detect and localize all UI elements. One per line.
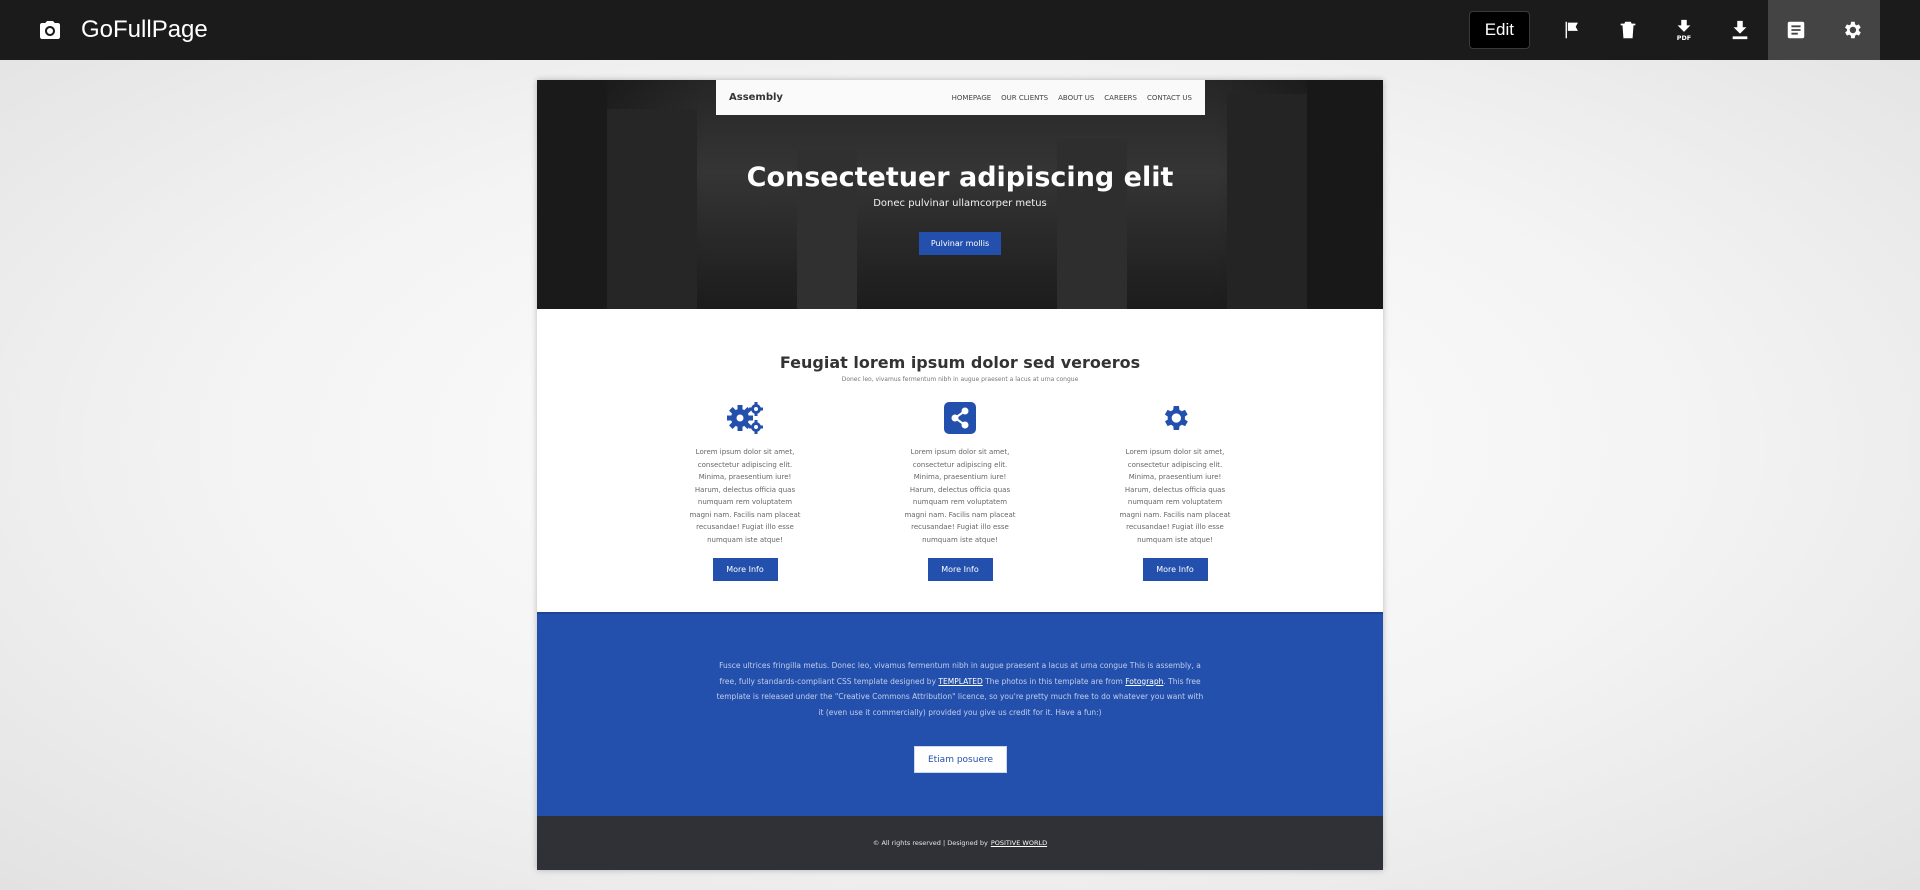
hero-building [537, 80, 607, 309]
download-pdf-button[interactable]: PDF [1656, 0, 1712, 60]
more-info-button[interactable]: More Info [1142, 558, 1208, 581]
delete-button[interactable] [1600, 0, 1656, 60]
more-info-button[interactable]: More Info [712, 558, 778, 581]
nav-link-careers[interactable]: CAREERS [1104, 94, 1137, 102]
camera-icon [40, 21, 60, 39]
trash-icon [1620, 21, 1636, 39]
gear-icon [1164, 406, 1188, 430]
band-text: Fusce ultrices fringilla metus. Donec le… [715, 658, 1205, 720]
feature-text: Lorem ipsum dolor sit amet, consectetur … [1119, 448, 1231, 544]
templated-link[interactable]: TEMPLATED [938, 677, 982, 686]
flag-icon [1565, 21, 1578, 39]
etiam-posuere-button[interactable]: Etiam posuere [914, 746, 1007, 773]
app-title: GoFullPage [81, 16, 208, 43]
gears-icon [727, 402, 763, 434]
hero-banner: Assembly HOMEPAGE OUR CLIENTS ABOUT US C… [537, 80, 1383, 309]
site-footer: © All rights reserved | Designed by POSI… [537, 816, 1383, 870]
feature-icon-wrap [895, 398, 1025, 438]
download-icon [1732, 20, 1748, 40]
download-button[interactable] [1712, 0, 1768, 60]
app-brand: GoFullPage [38, 0, 208, 60]
edit-button[interactable]: Edit [1468, 11, 1530, 49]
features-title: Feugiat lorem ipsum dolor sed veroeros [779, 353, 1141, 372]
site-logo[interactable]: Assembly [729, 92, 783, 103]
share-icon [944, 402, 976, 434]
feature-card: Lorem ipsum dolor sit amet, consectetur … [895, 398, 1025, 581]
hero-title: Consectetuer adipiscing elit [746, 162, 1174, 193]
screenshot-preview: Assembly HOMEPAGE OUR CLIENTS ABOUT US C… [537, 80, 1383, 870]
gear-icon [1845, 21, 1861, 39]
footer-link[interactable]: POSITIVE WORLD [991, 839, 1047, 847]
svg-text:PDF: PDF [1677, 34, 1691, 41]
more-info-button[interactable]: More Info [927, 558, 993, 581]
hero-building [1307, 80, 1383, 309]
hero-button[interactable]: Pulvinar mollis [919, 232, 1001, 255]
download-pdf-icon: PDF [1677, 19, 1691, 41]
nav-link-about-us[interactable]: ABOUT US [1058, 94, 1094, 102]
app-toolbar: GoFullPage Edit PDF [0, 0, 1920, 60]
site-nav-links: HOMEPAGE OUR CLIENTS ABOUT US CAREERS CO… [952, 94, 1192, 102]
band-text-part: The photos in this template are from [985, 676, 1123, 686]
feature-text: Lorem ipsum dolor sit amet, consectetur … [904, 448, 1016, 544]
toolbar-actions: Edit PDF [1468, 0, 1920, 60]
flag-button[interactable] [1544, 0, 1600, 60]
feature-text: Lorem ipsum dolor sit amet, consectetur … [689, 448, 801, 544]
features-subtitle: Donec leo, vivamus fermentum nibh in aug… [841, 376, 1079, 383]
nav-link-our-clients[interactable]: OUR CLIENTS [1001, 94, 1048, 102]
feature-card: Lorem ipsum dolor sit amet, consectetur … [680, 398, 810, 581]
notes-icon [1787, 21, 1805, 39]
notes-button[interactable] [1768, 0, 1824, 60]
hero-building [607, 109, 697, 309]
hero-subtitle: Donec pulvinar ullamcorper metus [873, 198, 1047, 209]
info-band: Fusce ultrices fringilla metus. Donec le… [537, 612, 1383, 816]
settings-button[interactable] [1824, 0, 1880, 60]
nav-link-contact-us[interactable]: CONTACT US [1147, 94, 1192, 102]
site-nav: Assembly HOMEPAGE OUR CLIENTS ABOUT US C… [716, 80, 1205, 115]
feature-icon-wrap [680, 398, 810, 438]
fotograph-link[interactable]: Fotograph [1125, 677, 1163, 686]
nav-link-homepage[interactable]: HOMEPAGE [952, 94, 992, 102]
feature-card: Lorem ipsum dolor sit amet, consectetur … [1110, 398, 1240, 581]
footer-text: © All rights reserved | Designed by [872, 839, 988, 847]
feature-icon-wrap [1110, 398, 1240, 438]
